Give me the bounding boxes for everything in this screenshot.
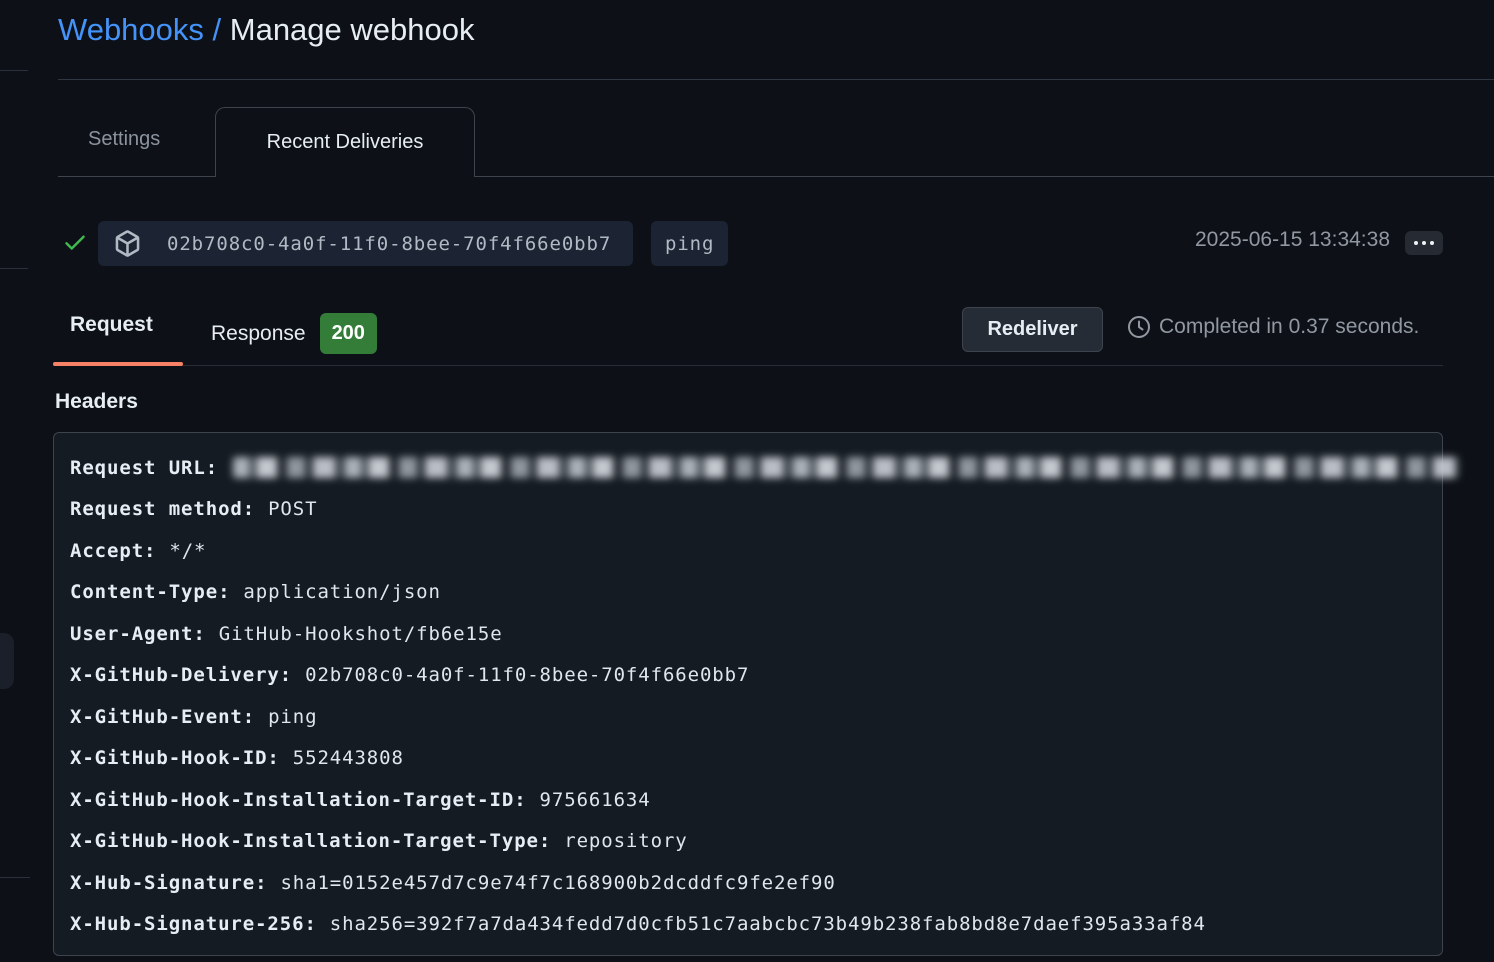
header-row: X-Hub-Signature: sha1=0152e457d7c9e74f7c… bbox=[70, 862, 1442, 904]
header-row: X-GitHub-Hook-Installation-Target-ID: 97… bbox=[70, 779, 1442, 821]
tab-response[interactable]: Response 200 bbox=[211, 313, 377, 354]
header-row: Content-Type: application/json bbox=[70, 572, 1442, 614]
breadcrumb-separator: / bbox=[204, 12, 230, 47]
header-key: X-GitHub-Hook-Installation-Target-Type: bbox=[70, 830, 551, 852]
header-key: Request URL: bbox=[70, 457, 218, 479]
tab-settings[interactable]: Settings bbox=[88, 128, 160, 151]
header-value: 552443808 bbox=[293, 747, 404, 769]
header-value: ping bbox=[268, 706, 317, 728]
header-value: GitHub-Hookshot/fb6e15e bbox=[219, 623, 503, 645]
response-status-badge: 200 bbox=[320, 313, 377, 354]
headers-section-title: Headers bbox=[55, 390, 138, 414]
clock-icon bbox=[1127, 315, 1151, 339]
header-row: Accept: */* bbox=[70, 530, 1442, 572]
event-badge: ping bbox=[651, 221, 728, 266]
header-key: X-GitHub-Hook-Installation-Target-ID: bbox=[70, 789, 527, 811]
package-icon bbox=[114, 230, 141, 257]
header-row: X-GitHub-Delivery: 02b708c0-4a0f-11f0-8b… bbox=[70, 655, 1442, 697]
request-url-redacted-value bbox=[233, 457, 1459, 478]
tab-recent-deliveries[interactable]: Recent Deliveries bbox=[215, 107, 475, 177]
header-key: Request method: bbox=[70, 498, 255, 520]
sidebar-item-partial[interactable] bbox=[0, 633, 14, 689]
tab-request[interactable]: Request bbox=[70, 313, 153, 337]
active-tab-underline bbox=[53, 362, 183, 366]
header-row: X-GitHub-Hook-Installation-Target-Type: … bbox=[70, 821, 1442, 863]
tab-response-label: Response bbox=[211, 322, 306, 346]
success-check-icon bbox=[62, 229, 88, 255]
header-key: X-Hub-Signature-256: bbox=[70, 913, 317, 935]
title-divider bbox=[58, 79, 1494, 80]
header-value: sha256=392f7a7da434fedd7d0cfb51c7aabcbc7… bbox=[330, 913, 1206, 935]
subtab-divider bbox=[53, 365, 1443, 366]
kebab-icon bbox=[1414, 241, 1418, 245]
header-row: X-GitHub-Hook-ID: 552443808 bbox=[70, 738, 1442, 780]
header-key: Content-Type: bbox=[70, 581, 230, 603]
header-key: X-GitHub-Delivery: bbox=[70, 664, 292, 686]
header-value: 02b708c0-4a0f-11f0-8bee-70f4f66e0bb7 bbox=[305, 664, 749, 686]
header-key: X-GitHub-Hook-ID: bbox=[70, 747, 280, 769]
header-key: X-Hub-Signature: bbox=[70, 872, 267, 894]
headers-panel: Request URL: Request method: POST Accept… bbox=[53, 432, 1443, 956]
delivery-guid-pill[interactable]: 02b708c0-4a0f-11f0-8bee-70f4f66e0bb7 bbox=[98, 221, 633, 266]
header-value: 975661634 bbox=[540, 789, 651, 811]
delivery-timestamp: 2025-06-15 13:34:38 bbox=[1195, 228, 1390, 252]
header-row: X-Hub-Signature-256: sha256=392f7a7da434… bbox=[70, 904, 1442, 946]
header-row: X-GitHub-Event: ping bbox=[70, 696, 1442, 738]
sidebar-divider bbox=[0, 877, 30, 878]
header-key: User-Agent: bbox=[70, 623, 206, 645]
header-row: Request method: POST bbox=[70, 489, 1442, 531]
redeliver-button[interactable]: Redeliver bbox=[962, 307, 1103, 352]
sidebar-divider bbox=[0, 70, 28, 71]
header-value: */* bbox=[169, 540, 206, 562]
header-value: POST bbox=[268, 498, 317, 520]
delivery-guid: 02b708c0-4a0f-11f0-8bee-70f4f66e0bb7 bbox=[167, 233, 611, 255]
header-value: repository bbox=[564, 830, 687, 852]
header-row-request-url: Request URL: bbox=[70, 447, 1442, 489]
completion-status: Completed in 0.37 seconds. bbox=[1127, 315, 1419, 339]
header-row: User-Agent: GitHub-Hookshot/fb6e15e bbox=[70, 613, 1442, 655]
breadcrumb-webhooks-link[interactable]: Webhooks bbox=[58, 12, 204, 47]
delivery-options-button[interactable] bbox=[1405, 231, 1443, 255]
header-value: application/json bbox=[243, 581, 440, 603]
sidebar-divider bbox=[0, 268, 28, 269]
header-key: X-GitHub-Event: bbox=[70, 706, 255, 728]
completion-text: Completed in 0.37 seconds. bbox=[1159, 315, 1419, 339]
breadcrumb-current: Manage webhook bbox=[230, 12, 475, 47]
page-title: Webhooks / Manage webhook bbox=[58, 8, 474, 52]
header-value: sha1=0152e457d7c9e74f7c168900b2dcddfc9fe… bbox=[280, 872, 835, 894]
header-key: Accept: bbox=[70, 540, 156, 562]
